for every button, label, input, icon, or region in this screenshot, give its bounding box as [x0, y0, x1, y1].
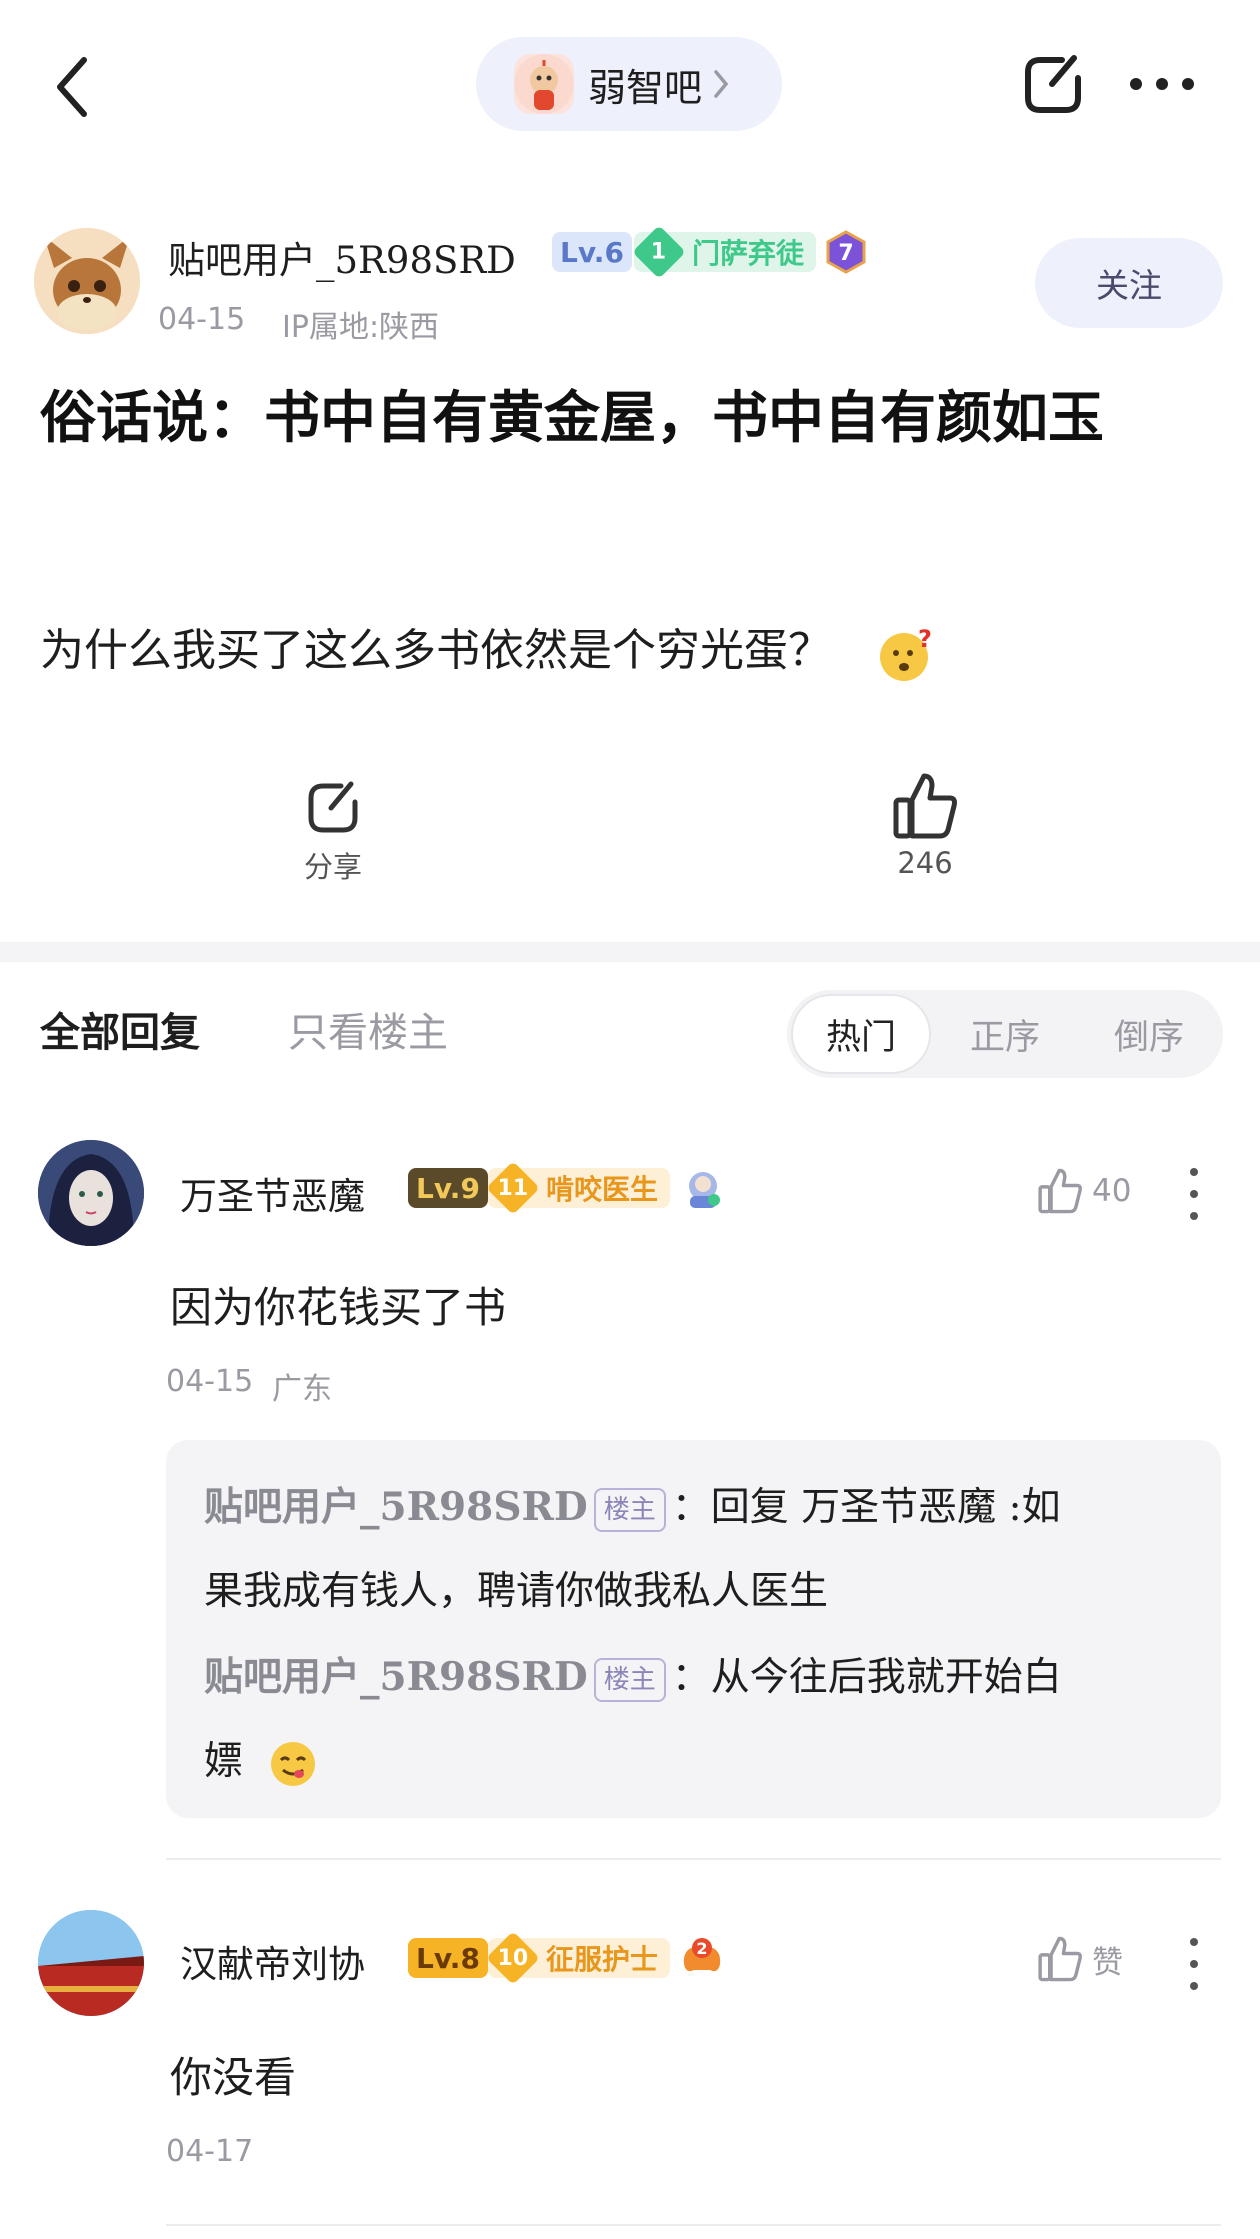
forum-name: 弱智吧 [588, 65, 703, 110]
comment-separator [166, 1858, 1221, 1860]
medal-icon: 7 [824, 230, 868, 274]
sub-reply-author: 贴吧用户_5R98SRD [204, 1654, 588, 1700]
sort-toggle: 热门 正序 倒序 [787, 990, 1223, 1078]
sub-reply-text: ：回复 万圣节恶魔 :如 [671, 1485, 1061, 1530]
share-label: 分享 [303, 850, 362, 884]
comment-more-button[interactable] [1188, 1168, 1200, 1220]
comment-like-button[interactable]: 40 [1036, 1166, 1131, 1216]
comment-author-name[interactable]: 汉献帝刘协 [180, 1934, 365, 1988]
post-date: 04-15 [158, 302, 246, 337]
comment-text: 因为你花钱买了书 [170, 1283, 507, 1332]
game-medal-icon: 2 [678, 1934, 726, 1980]
sub-reply-author: 贴吧用户_5R98SRD [204, 1484, 588, 1530]
level-badge: Lv.6 [552, 232, 632, 272]
sort-hot[interactable]: 热门 [791, 994, 931, 1074]
back-button[interactable] [50, 52, 94, 122]
title-badge-number: 10 [497, 1945, 529, 1971]
svg-text:2: 2 [696, 1939, 707, 1958]
like-count: 246 [897, 846, 953, 880]
comment-author-name[interactable]: 万圣节恶魔 [180, 1166, 365, 1220]
comment-separator [166, 2224, 1221, 2226]
comment-location: 广东 [272, 1372, 332, 1407]
sub-replies[interactable]: 贴吧用户_5R98SRD 楼主 ：回复 万圣节恶魔 :如 果我成有钱人，聘请你做我私… [166, 1440, 1221, 1818]
share-icon [308, 781, 358, 833]
sub-reply-continued: 嫖 [204, 1730, 317, 1788]
sub-reply: 贴吧用户_5R98SRD 楼主 ：回复 万圣节恶魔 :如 [204, 1476, 1061, 1532]
svg-text:7: 7 [838, 241, 853, 266]
sub-reply-text: ：从今往后我就开始白 [671, 1655, 1062, 1700]
back-arrow-icon [57, 57, 87, 117]
title-badge-text: 门萨弃徒 [692, 237, 805, 270]
post-body-text: 为什么我买了这么多书依然是个穷光蛋？ [40, 625, 832, 676]
profile-medal-icon [680, 1166, 726, 1212]
op-tag: 楼主 [593, 1488, 666, 1532]
thumbs-up-icon [1038, 1936, 1082, 1982]
comment-avatar[interactable] [38, 1910, 144, 2016]
title-badge-text: 征服护士 [546, 1943, 659, 1976]
more-options-button[interactable] [1130, 78, 1194, 92]
yum-emoji-icon [271, 1742, 316, 1786]
comment-text: 你没看 [170, 2053, 297, 2102]
chevron-right-icon [714, 70, 729, 98]
comment-date: 04-17 [166, 2134, 254, 2169]
post-title: 俗话说：书中自有黄金屋，书中自有颜如玉 [40, 385, 1104, 451]
post-body: 为什么我买了这么多书依然是个穷光蛋？ ? [40, 614, 934, 683]
op-tag: 楼主 [593, 1658, 666, 1702]
tab-all-replies[interactable]: 全部回复 [40, 1000, 200, 1058]
svg-text:?: ? [918, 625, 932, 653]
tab-op-only[interactable]: 只看楼主 [288, 1000, 448, 1058]
comment-avatar[interactable] [38, 1140, 144, 1246]
title-badge: 1 门萨弃徒 [632, 225, 817, 279]
sort-desc[interactable]: 倒序 [1079, 990, 1219, 1078]
comment-date: 04-15 [166, 1364, 254, 1399]
thumbs-up-icon [1038, 1168, 1082, 1214]
title-badge-text: 啃咬医生 [546, 1173, 659, 1206]
sub-reply-continued: 果我成有钱人，聘请你做我私人医生 [204, 1569, 829, 1614]
sub-reply: 贴吧用户_5R98SRD 楼主 ：从今往后我就开始白 [204, 1646, 1062, 1702]
author-avatar[interactable] [34, 228, 140, 334]
level-badge: Lv.8 [408, 1938, 488, 1978]
like-action-button[interactable]: 246 [825, 770, 1025, 880]
ip-location: IP属地:陕西 [282, 310, 440, 345]
title-badge-number: 11 [497, 1175, 529, 1201]
share-top-button[interactable] [1018, 50, 1088, 120]
follow-button[interactable]: 关注 [1035, 238, 1223, 328]
title-badge-number: 1 [651, 239, 667, 265]
comment-like-label: 赞 [1092, 1944, 1123, 1981]
author-name[interactable]: 贴吧用户_5R98SRD [168, 230, 516, 284]
thinking-emoji-icon: ? [880, 625, 932, 681]
sub-reply-text: 嫖 [204, 1739, 244, 1784]
forum-pill[interactable]: 弱智吧 [476, 37, 782, 131]
comment-like-button[interactable]: 赞 [1036, 1934, 1123, 1984]
title-badge: 11 啃咬医生 [486, 1161, 671, 1215]
comment-like-count: 40 [1092, 1173, 1132, 1209]
section-divider [0, 942, 1260, 962]
forum-avatar-icon [514, 54, 574, 114]
comment-more-button[interactable] [1188, 1938, 1200, 1990]
thumbs-up-icon [893, 773, 957, 839]
sort-asc[interactable]: 正序 [935, 990, 1075, 1078]
share-action-button[interactable]: 分享 [233, 776, 433, 886]
title-badge: 10 征服护士 [486, 1931, 671, 1985]
share-icon [1025, 55, 1081, 113]
level-badge: Lv.9 [408, 1168, 488, 1208]
